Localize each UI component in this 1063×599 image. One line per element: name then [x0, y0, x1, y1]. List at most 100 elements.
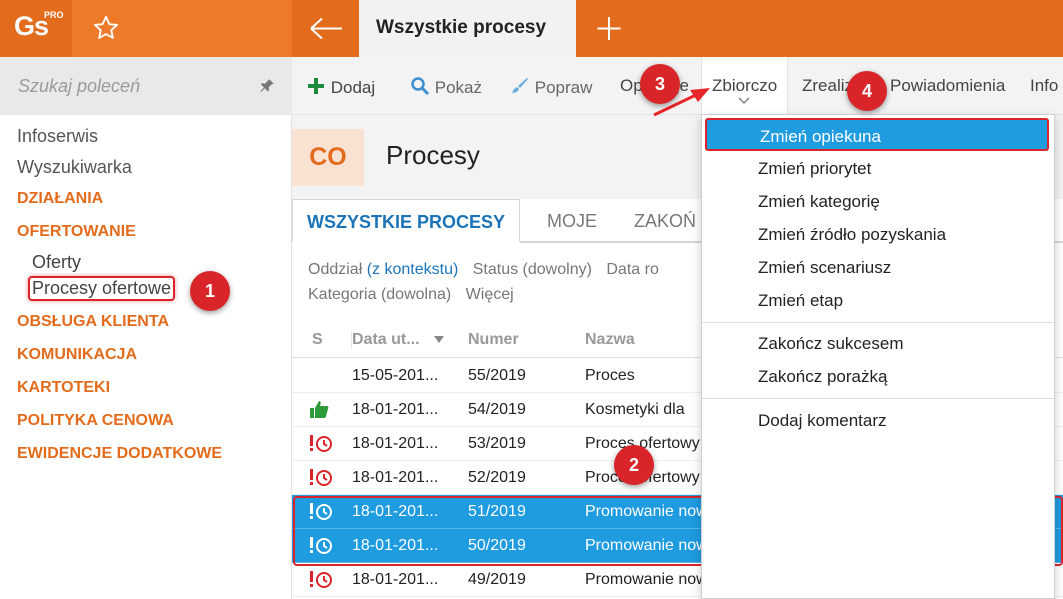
sidebar-section-ofertowanie[interactable]: OFERTOWANIE: [17, 223, 136, 241]
row-date: 18-01-201...: [352, 571, 439, 588]
menu-separator: [702, 398, 1054, 399]
col-status[interactable]: S: [312, 331, 323, 349]
app-logo[interactable]: Gs PRO: [0, 0, 72, 57]
menu-change-priority[interactable]: Zmień priorytet: [758, 159, 871, 179]
plus-icon: [308, 78, 324, 94]
row-number: 49/2019: [468, 571, 526, 588]
command-search[interactable]: Szukaj poleceń: [0, 57, 292, 115]
edit-label: Popraw: [534, 78, 593, 97]
bulk-label: Zbiorczo: [712, 76, 778, 95]
pin-icon[interactable]: [258, 77, 276, 95]
menu-change-category[interactable]: Zmień kategorię: [758, 192, 880, 212]
sidebar-item-infoserwis[interactable]: Infoserwis: [17, 126, 98, 147]
add-button[interactable]: Dodaj: [306, 76, 375, 98]
menu-change-stage[interactable]: Zmień etap: [758, 291, 843, 311]
row-number: 52/2019: [468, 469, 526, 486]
col-name[interactable]: Nazwa: [585, 331, 635, 349]
col-date[interactable]: Data ut...: [351, 331, 445, 349]
filter-date[interactable]: Data ro: [606, 261, 658, 278]
row-status: [308, 535, 334, 560]
row-status: [308, 501, 334, 526]
module-abbr: CO: [292, 129, 364, 186]
tab-all[interactable]: WSZYSTKIE PROCESY: [292, 199, 521, 243]
bulk-menu[interactable]: Zbiorczo: [701, 57, 789, 115]
logo-sup: PRO: [44, 10, 64, 20]
row-status: [308, 467, 334, 492]
chevron-down-icon: [738, 97, 750, 104]
sidebar-section-polityka-cenowa[interactable]: POLITYKA CENOWA: [17, 412, 174, 430]
row-date: 18-01-201...: [352, 469, 439, 486]
filter-branch-label: Oddział: [308, 261, 367, 278]
show-button[interactable]: Pokaż: [410, 76, 482, 98]
thumbs-up-icon: [310, 401, 329, 418]
row-date: 15-05-201...: [352, 367, 439, 384]
tab-mine[interactable]: MOJE: [547, 199, 597, 243]
arrow-left-icon: [310, 17, 342, 40]
back-button[interactable]: [293, 0, 359, 57]
sidebar: Szukaj poleceń Infoserwis Wyszukiwarka D…: [0, 57, 292, 599]
step-badge-3: 3: [640, 64, 680, 104]
search-input[interactable]: Szukaj poleceń: [18, 76, 140, 97]
row-number: 55/2019: [468, 367, 526, 384]
sidebar-section-kartoteki[interactable]: KARTOTEKI: [17, 379, 110, 397]
filter-line-1: Oddział (z kontekstu) Status (dowolny) D…: [308, 261, 659, 279]
filter-line-2: Kategoria (dowolna) Więcej: [308, 286, 514, 304]
filter-branch-link[interactable]: (z kontekstu): [367, 261, 459, 278]
row-date: 18-01-201...: [352, 401, 439, 418]
step-badge-4: 4: [847, 71, 887, 111]
row-date: 18-01-201...: [352, 537, 439, 554]
filter-more[interactable]: Więcej: [466, 286, 514, 303]
sidebar-item-wyszukiwarka[interactable]: Wyszukiwarka: [17, 157, 132, 178]
overdue-clock-icon: [310, 571, 332, 588]
sidebar-section-obsluga-klienta[interactable]: OBSŁUGA KLIENTA: [17, 313, 169, 331]
row-status: [308, 569, 334, 594]
info-menu[interactable]: Info: [1030, 76, 1058, 96]
show-label: Pokaż: [434, 78, 482, 97]
search-icon: [411, 77, 430, 96]
overdue-clock-icon: [310, 503, 332, 520]
menu-change-source[interactable]: Zmień źródło pozyskania: [758, 225, 946, 245]
row-number: 51/2019: [468, 503, 526, 520]
col-number[interactable]: Numer: [468, 331, 519, 349]
row-status: [308, 433, 334, 458]
tab-all-processes[interactable]: Wszystkie procesy: [359, 0, 576, 57]
step-badge-2: 2: [614, 445, 654, 485]
sidebar-section-komunikacja[interactable]: KOMUNIKACJA: [17, 346, 137, 364]
sort-desc-icon: [434, 336, 445, 343]
overdue-clock-icon: [310, 435, 332, 452]
plus-icon: [597, 17, 621, 40]
menu-finish-success[interactable]: Zakończ sukcesem: [758, 334, 904, 354]
row-date: 18-01-201...: [352, 435, 439, 452]
filter-status[interactable]: Status (dowolny): [473, 261, 592, 278]
star-icon[interactable]: [92, 14, 120, 42]
sidebar-section-ewidencje[interactable]: EWIDENCJE DODATKOWE: [17, 445, 222, 463]
logo-text: Gs: [14, 11, 49, 41]
step-badge-1: 1: [190, 271, 230, 311]
menu-change-scenario[interactable]: Zmień scenariusz: [758, 258, 891, 278]
row-date: 18-01-201...: [352, 503, 439, 520]
row-number: 53/2019: [468, 435, 526, 452]
overdue-clock-icon: [310, 469, 332, 486]
add-label: Dodaj: [330, 78, 376, 97]
edit-button[interactable]: Popraw: [510, 76, 592, 98]
sidebar-section-dzialania[interactable]: DZIAŁANIA: [17, 190, 103, 208]
page-title: Procesy: [386, 140, 480, 170]
row-number: 54/2019: [468, 401, 526, 418]
menu-change-owner[interactable]: Zmień opiekuna: [705, 118, 1049, 151]
menu-add-comment[interactable]: Dodaj komentarz: [758, 411, 887, 431]
row-status: [308, 399, 330, 424]
overdue-clock-icon: [310, 537, 332, 554]
filter-category[interactable]: Kategoria (dowolna): [308, 286, 451, 303]
row-number: 50/2019: [468, 537, 526, 554]
notifications-menu[interactable]: Powiadomienia: [890, 76, 1005, 96]
bulk-dropdown: Zmień opiekuna Zmień priorytet Zmień kat…: [701, 114, 1055, 599]
brush-icon: [512, 78, 528, 93]
menu-finish-failure[interactable]: Zakończ porażką: [758, 367, 887, 387]
sidebar-item-procesy-ofertowe[interactable]: Procesy ofertowe: [28, 276, 176, 301]
favorites-area: [72, 0, 292, 57]
sidebar-item-oferty[interactable]: Oferty: [32, 252, 81, 273]
col-date-label: Data ut...: [352, 331, 420, 348]
tab-finished[interactable]: ZAKOŃ: [634, 199, 696, 243]
menu-separator: [702, 322, 1054, 323]
new-tab-button[interactable]: [576, 0, 642, 57]
